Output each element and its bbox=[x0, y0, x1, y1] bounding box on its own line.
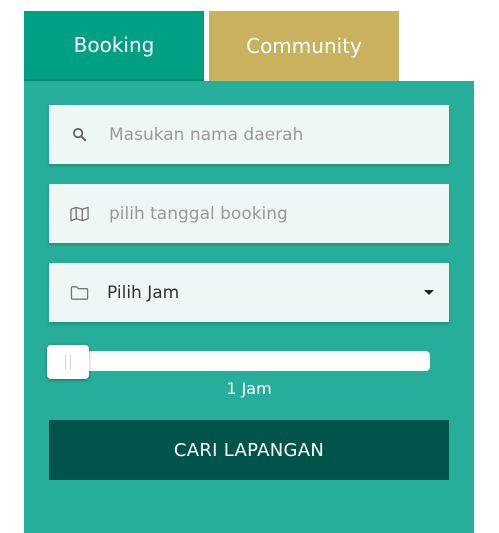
folder-icon bbox=[69, 283, 89, 303]
duration-value: 1 Jam bbox=[226, 379, 272, 398]
tab-community-label: Community bbox=[246, 34, 362, 58]
chevron-down-icon bbox=[424, 290, 434, 295]
booking-widget: Booking Community Masukan nama daerah pi… bbox=[0, 0, 499, 533]
map-icon bbox=[69, 204, 89, 224]
duration-slider-handle[interactable] bbox=[47, 345, 89, 379]
grip-icon bbox=[65, 355, 71, 369]
date-input[interactable] bbox=[109, 203, 429, 224]
date-field[interactable] bbox=[49, 184, 449, 243]
time-select-value: Pilih Jam bbox=[107, 282, 180, 303]
search-field[interactable] bbox=[49, 105, 449, 164]
tab-booking[interactable]: Booking bbox=[24, 11, 204, 81]
tab-booking-label: Booking bbox=[73, 33, 155, 57]
tab-community[interactable]: Community bbox=[209, 11, 399, 81]
booking-panel: Pilih Jam 1 Jam CARI LAPANGAN bbox=[24, 81, 474, 533]
search-input[interactable] bbox=[109, 124, 429, 145]
time-select[interactable]: Pilih Jam bbox=[49, 263, 449, 322]
search-field-button[interactable]: CARI LAPANGAN bbox=[49, 420, 449, 480]
duration-slider-track[interactable] bbox=[49, 351, 430, 371]
search-icon bbox=[69, 125, 89, 145]
